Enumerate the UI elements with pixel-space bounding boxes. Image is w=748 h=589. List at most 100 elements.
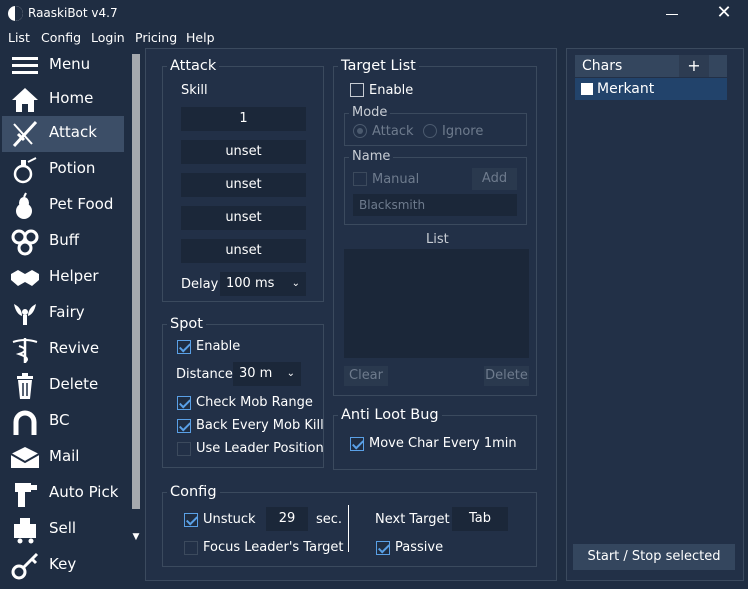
move-char-checkbox[interactable]: [350, 437, 364, 451]
unstuck-label: Unstuck: [203, 512, 256, 527]
sidebar-item-key[interactable]: Key: [2, 548, 124, 584]
char-name: Merkant: [597, 81, 655, 97]
focus-leader-checkbox[interactable]: [184, 541, 198, 555]
sidebar-item-label: Revive: [49, 339, 100, 357]
potion-icon: [13, 157, 37, 184]
skill-slot-2[interactable]: unset: [181, 140, 306, 164]
menu-list[interactable]: List: [8, 30, 30, 45]
menu-help[interactable]: Help: [186, 30, 215, 45]
sidebar-item-attack[interactable]: Attack: [2, 116, 124, 152]
menu-pricing[interactable]: Pricing: [135, 30, 177, 45]
target-enable-label: Enable: [369, 83, 414, 98]
skill-label: Skill: [181, 83, 208, 98]
skill-slot-5[interactable]: unset: [181, 239, 306, 263]
chars-panel: [566, 48, 744, 581]
target-enable-checkbox[interactable]: [350, 83, 364, 97]
use-leader-position-label: Use Leader Position: [196, 441, 324, 456]
horseshoe-icon: [13, 410, 37, 435]
attack-group-title: Attack: [167, 58, 220, 74]
sidebar-scrollbar-thumb[interactable]: [132, 54, 140, 509]
skill-slot-1[interactable]: 1: [181, 107, 306, 131]
sidebar-item-home[interactable]: Home: [2, 82, 124, 118]
mode-attack-radio[interactable]: [353, 124, 367, 138]
menu-login[interactable]: Login: [91, 30, 125, 45]
sidebar-item-label: Buff: [49, 231, 80, 249]
key-icon: [11, 552, 39, 580]
sidebar-item-label: Key: [49, 555, 77, 573]
back-every-mob-kill-checkbox[interactable]: [177, 419, 191, 433]
sidebar-item-auto-pick[interactable]: Auto Pick: [2, 476, 124, 512]
use-leader-position-checkbox[interactable]: [177, 442, 191, 456]
unstuck-unit-label: sec.: [316, 512, 343, 527]
target-listbox[interactable]: [344, 249, 529, 358]
chevron-down-icon: ⌄: [291, 278, 300, 289]
pear-icon: [16, 192, 32, 219]
unstuck-seconds-input[interactable]: 29: [266, 507, 308, 531]
sidebar-item-revive[interactable]: Revive: [2, 332, 124, 368]
start-stop-button[interactable]: Start / Stop selected: [573, 544, 735, 570]
app-logo-icon: [8, 6, 23, 21]
char-row[interactable]: Merkant: [575, 78, 727, 100]
minimize-button[interactable]: [660, 2, 684, 24]
check-mob-range-checkbox[interactable]: [177, 396, 191, 410]
target-list-title: Target List: [338, 58, 419, 74]
manual-checkbox[interactable]: [353, 172, 367, 186]
spot-group-title: Spot: [167, 316, 206, 332]
delete-button[interactable]: Delete: [484, 366, 529, 386]
sidebar-item-label: BC: [49, 411, 70, 429]
clear-button[interactable]: Clear: [344, 366, 388, 386]
add-target-button[interactable]: Add: [472, 168, 517, 190]
passive-checkbox[interactable]: [376, 541, 390, 555]
sidebar-item-label: Helper: [49, 267, 99, 285]
next-target-key-input[interactable]: Tab: [452, 507, 508, 531]
add-char-button[interactable]: +: [679, 55, 709, 77]
handshake-icon: [11, 270, 39, 286]
check-mob-range-label: Check Mob Range: [196, 395, 313, 410]
distance-value: 30 m: [239, 366, 273, 381]
sidebar-item-delete[interactable]: Delete: [2, 368, 124, 404]
spot-enable-checkbox[interactable]: [177, 340, 191, 354]
sword-icon: [12, 120, 38, 148]
sidebar-item-pet-food[interactable]: Pet Food: [2, 188, 124, 224]
cart-icon: [14, 518, 36, 544]
sidebar-scroll-down-icon[interactable]: ▼: [130, 532, 142, 542]
sidebar-item-label: Sell: [49, 519, 77, 537]
config-title: Config: [167, 484, 220, 500]
sidebar-item-buff[interactable]: Buff: [2, 224, 124, 260]
back-every-mob-kill-label: Back Every Mob Kill: [196, 418, 324, 433]
sidebar-item-label: Menu: [49, 55, 91, 73]
next-target-label: Next Target: [375, 512, 450, 527]
delay-select[interactable]: 100 ms ⌄: [220, 272, 306, 296]
name-title: Name: [349, 149, 394, 164]
sidebar-item-helper[interactable]: Helper: [2, 260, 124, 296]
char-checkbox[interactable]: [581, 83, 593, 95]
sidebar-item-fairy[interactable]: Fairy: [2, 296, 124, 332]
sidebar-item-label: Delete: [49, 375, 99, 393]
sidebar-item-sell[interactable]: Sell: [2, 512, 124, 548]
home-icon: [12, 88, 38, 112]
distance-select[interactable]: 30 m ⌄: [233, 362, 301, 386]
sidebar-item-label: Fairy: [49, 303, 85, 321]
caduceus-icon: [12, 338, 38, 363]
pickup-hand-icon: [15, 483, 37, 507]
sidebar-item-label: Mail: [49, 447, 80, 465]
spot-enable-label: Enable: [196, 339, 241, 354]
unstuck-checkbox[interactable]: [184, 513, 198, 527]
config-divider: [348, 505, 349, 552]
sidebar-item-menu[interactable]: Menu: [2, 48, 124, 84]
skill-slot-3[interactable]: unset: [181, 173, 306, 197]
sidebar-item-bc[interactable]: BC: [2, 404, 124, 440]
mode-ignore-radio[interactable]: [423, 124, 437, 138]
sidebar-item-label: Potion: [49, 159, 96, 177]
distance-label: Distance: [176, 367, 233, 382]
sidebar-item-label: Attack: [49, 123, 97, 141]
menu-config[interactable]: Config: [41, 30, 81, 45]
sidebar-item-potion[interactable]: Potion: [2, 152, 124, 188]
sidebar-item-mail[interactable]: Mail: [2, 440, 124, 476]
target-name-input[interactable]: Blacksmith: [353, 194, 517, 216]
skill-slot-4[interactable]: unset: [181, 206, 306, 230]
delay-value: 100 ms: [226, 276, 275, 291]
close-button[interactable]: ✕: [712, 2, 736, 24]
focus-leader-label: Focus Leader's Target: [203, 540, 344, 555]
list-label: List: [426, 232, 449, 247]
